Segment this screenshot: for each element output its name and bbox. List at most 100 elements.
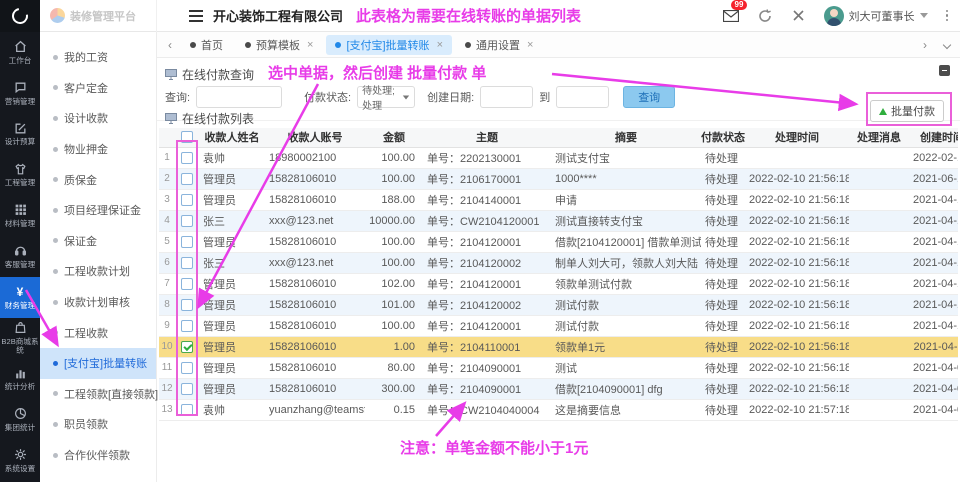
rail-item[interactable]: 统计分析 <box>0 358 40 399</box>
column-header[interactable]: 处理时间 <box>745 128 849 147</box>
tab[interactable]: 通用设置 × <box>456 35 542 55</box>
chevron-down-icon <box>920 13 928 18</box>
row-checkbox[interactable] <box>181 194 193 206</box>
row-select-cell <box>175 273 199 294</box>
select-all-checkbox[interactable] <box>181 131 193 143</box>
refresh-button[interactable] <box>756 7 774 25</box>
table-row[interactable]: 11 管理员 15828106010 80.00 单号：2104090001 测… <box>159 357 958 378</box>
tab-close-icon[interactable]: × <box>527 39 533 51</box>
sidebar-item[interactable]: [支付宝]批量转账 <box>40 348 156 379</box>
column-header[interactable]: 摘要 <box>551 128 701 147</box>
column-header[interactable]: 收款人账号 <box>265 128 365 147</box>
rail-item[interactable]: 设计预算 <box>0 114 40 155</box>
tab-close-icon[interactable]: × <box>437 39 443 51</box>
table-row[interactable]: 1 袁帅 18980002100 100.00 单号：2202130001 测试… <box>159 147 958 168</box>
tabs-scroll-left-button[interactable]: ‹ <box>163 38 177 52</box>
sidebar-item[interactable]: 收款计划审核 <box>40 287 156 318</box>
sidebar-item[interactable]: 物业押金 <box>40 134 156 165</box>
table-row[interactable]: 9 管理员 15828106010 100.00 单号：2104120001 测… <box>159 315 958 336</box>
column-header[interactable]: 创建时间 <box>909 128 958 147</box>
tab-close-icon[interactable]: × <box>307 39 313 51</box>
query-panel-title: 在线付款查询 <box>165 66 254 83</box>
process-time: 2022-02-10 21:56:18 <box>745 189 849 210</box>
rail-item[interactable]: 营销管理 <box>0 73 40 114</box>
row-checkbox[interactable] <box>181 236 193 248</box>
sidebar-item[interactable]: 合作伙伴领款 <box>40 440 156 471</box>
panel-collapse-button[interactable] <box>939 65 950 76</box>
sidebar-item[interactable]: 项目经理保证金 <box>40 195 156 226</box>
app-logo-icon <box>9 4 31 26</box>
batch-pay-button[interactable]: 批量付款 <box>870 100 944 122</box>
column-header[interactable]: 金额 <box>365 128 423 147</box>
sidebar-item[interactable]: 客户定金 <box>40 73 156 104</box>
row-select-cell <box>175 315 199 336</box>
table-row[interactable]: 10 管理员 15828106010 1.00 单号：2104110001 领款… <box>159 336 958 357</box>
rail-item[interactable]: 工程管理 <box>0 154 40 195</box>
column-header[interactable]: 主题 <box>423 128 551 147</box>
summary: 测试 <box>551 357 701 378</box>
column-header[interactable]: 处理消息 <box>849 128 909 147</box>
payee-name: 管理员 <box>199 231 265 252</box>
row-checkbox[interactable] <box>181 320 193 332</box>
sidebar-item[interactable]: 设计收款 <box>40 103 156 134</box>
search-input[interactable] <box>196 86 282 108</box>
user-menu[interactable]: 刘大可董事长 <box>824 6 928 26</box>
more-options-button[interactable] <box>944 8 951 24</box>
tab[interactable]: 首页 <box>181 35 232 55</box>
menu-toggle-icon[interactable] <box>189 10 203 22</box>
rail-item[interactable]: 工作台 <box>0 32 40 73</box>
row-select-cell <box>175 294 199 315</box>
table-row[interactable]: 5 管理员 15828106010 100.00 单号：2104120001 借… <box>159 231 958 252</box>
sidebar-item[interactable]: 工程收款计划 <box>40 256 156 287</box>
rownum-header <box>159 128 175 147</box>
row-checkbox[interactable] <box>181 278 193 290</box>
row-checkbox[interactable] <box>181 362 193 374</box>
table-row[interactable]: 4 张三 xxx@123.net 10000.00 单号：CW210412000… <box>159 210 958 231</box>
close-fullscreen-button[interactable] <box>790 7 808 25</box>
row-checkbox[interactable] <box>181 299 193 311</box>
rail-item[interactable]: B2B商城系统 <box>0 318 40 359</box>
process-message <box>849 210 909 231</box>
table-row[interactable]: 8 管理员 15828106010 101.00 单号：2104120002 测… <box>159 294 958 315</box>
sidebar-item-label: 项目经理保证金 <box>64 202 141 218</box>
table-row[interactable]: 12 管理员 15828106010 300.00 单号：2104090001 … <box>159 378 958 399</box>
column-header[interactable]: 收款人姓名 <box>199 128 265 147</box>
rail-item[interactable]: 材料管理 <box>0 195 40 236</box>
subject: 单号：CW2104040004 <box>423 399 551 420</box>
sidebar-item[interactable]: 保证金 <box>40 226 156 257</box>
table-row[interactable]: 3 管理员 15828106010 188.00 单号：2104140001 申… <box>159 189 958 210</box>
tabs-menu-button[interactable] <box>943 40 951 48</box>
row-checkbox[interactable] <box>181 152 193 164</box>
table-row[interactable]: 6 张三 xxx@123.net 100.00 单号：2104120002 制单… <box>159 252 958 273</box>
table-row[interactable]: 2 管理员 15828106010 100.00 单号：2106170001 1… <box>159 168 958 189</box>
row-checkbox[interactable] <box>181 257 193 269</box>
tab[interactable]: 预算模板 × <box>236 35 322 55</box>
sidebar-item[interactable]: 工程领款[直接领款] <box>40 379 156 410</box>
sidebar-item[interactable]: 工程收款 <box>40 317 156 348</box>
sidebar-item[interactable]: 职员领款 <box>40 409 156 440</box>
row-checkbox[interactable] <box>181 341 193 353</box>
row-checkbox[interactable] <box>181 404 193 416</box>
rail-item[interactable]: 系统设置 <box>0 440 40 481</box>
pay-status: 待处理 <box>701 294 745 315</box>
rail-item[interactable]: 集团统计 <box>0 399 40 440</box>
tab[interactable]: [支付宝]批量转账 × <box>326 35 452 55</box>
sidebar-item[interactable]: 质保金 <box>40 164 156 195</box>
row-checkbox[interactable] <box>181 173 193 185</box>
rail-item[interactable]: 客服管理 <box>0 236 40 277</box>
table-row[interactable]: 13 袁帅 yuanzhang@teamsfy.c 0.15 单号：CW2104… <box>159 399 958 420</box>
query-button[interactable]: 查询 <box>623 86 675 108</box>
status-select[interactable]: 待处理;处理 <box>357 86 415 108</box>
messages-button[interactable]: 99 <box>722 7 740 25</box>
tabs-scroll-right-button[interactable]: › <box>918 38 932 52</box>
row-checkbox[interactable] <box>181 215 193 227</box>
submenu-sidebar: 我的工资 客户定金 设计收款 物业押金 质保金 项目经理保证金 保证金 工程收款… <box>40 32 157 482</box>
process-message <box>849 399 909 420</box>
date-to-input[interactable] <box>556 86 609 108</box>
table-row[interactable]: 7 管理员 15828106010 102.00 单号：2104120001 领… <box>159 273 958 294</box>
sidebar-item[interactable]: 我的工资 <box>40 42 156 73</box>
date-from-input[interactable] <box>480 86 533 108</box>
rail-item[interactable]: ¥ 财务管理 <box>0 277 40 318</box>
column-header[interactable]: 付款状态 <box>701 128 745 147</box>
row-checkbox[interactable] <box>181 383 193 395</box>
